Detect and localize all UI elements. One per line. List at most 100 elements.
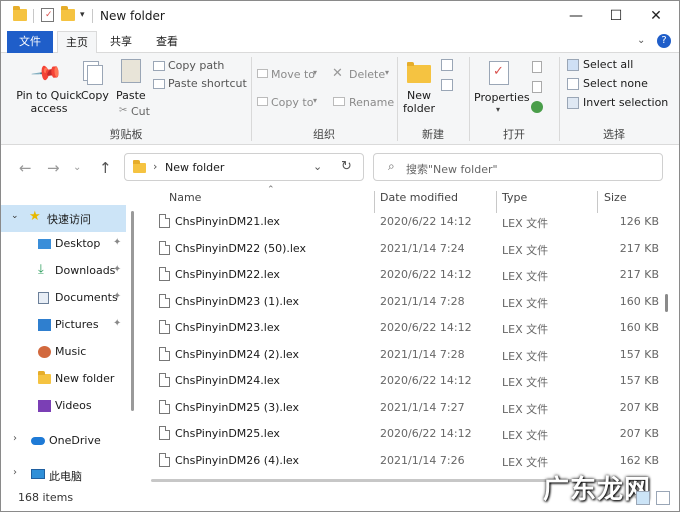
tab-view[interactable]: 查看: [147, 31, 187, 53]
copy-icon-back: [87, 65, 103, 85]
file-date: 2021/1/14 7:28: [380, 294, 465, 308]
refresh-icon[interactable]: ↻: [341, 159, 352, 174]
sidebar-item-music[interactable]: Music: [1, 339, 126, 366]
sidebar-item-desktop[interactable]: Desktop ✦: [1, 231, 126, 258]
select-none-icon: [567, 78, 579, 90]
file-icon: [159, 240, 170, 255]
pin-to-quick-access-button[interactable]: Pin to Quick access: [11, 89, 87, 115]
new-item-icon[interactable]: [441, 59, 453, 71]
history-icon[interactable]: [531, 101, 543, 113]
file-type: LEX 文件: [502, 429, 549, 442]
sidebar-item-documents[interactable]: Documents ✦: [1, 285, 126, 312]
folder-icon: [13, 6, 27, 21]
sidebar-item-downloads[interactable]: ⤓ Downloads ✦: [1, 258, 126, 285]
tiles-view-icon[interactable]: [656, 491, 670, 505]
address-path[interactable]: New folder: [165, 161, 224, 174]
tab-file[interactable]: 文件: [7, 31, 53, 53]
properties-quick-icon[interactable]: ✓: [41, 8, 54, 22]
select-all-icon: [567, 59, 579, 71]
new-folder-label-line1: New: [407, 89, 431, 102]
close-button[interactable]: ✕: [633, 1, 679, 31]
copy-button[interactable]: Copy: [81, 89, 109, 102]
tab-share[interactable]: 共享: [101, 31, 141, 53]
up-arrow-icon[interactable]: ↑: [99, 159, 112, 177]
table-row[interactable]: ChsPinyinDM24.lex 2020/6/22 14:12 LEX 文件 15…: [151, 368, 663, 395]
sidebar-item-label: 快速访问: [47, 213, 91, 226]
file-type: LEX 文件: [502, 323, 549, 336]
file-name: ChsPinyinDM22 (50).lex: [175, 241, 307, 255]
tab-home[interactable]: 主页: [57, 31, 97, 54]
rename-button[interactable]: Rename: [349, 96, 394, 109]
copy-to-button[interactable]: Copy to: [271, 96, 313, 109]
list-scrollbar[interactable]: [665, 294, 668, 312]
table-row[interactable]: ChsPinyinDM22 (50).lex 2021/1/14 7:24 LEX …: [151, 236, 663, 263]
sidebar-item-new-folder[interactable]: New folder: [1, 366, 126, 393]
file-icon: [159, 426, 170, 440]
file-type: LEX 文件: [502, 455, 549, 469]
watermark: 广东龙网: [543, 475, 652, 505]
properties-button[interactable]: Properties: [474, 91, 530, 104]
file-name: ChsPinyinDM23.lex: [175, 321, 280, 334]
sidebar-item-videos[interactable]: Videos: [1, 393, 126, 420]
new-folder-quick-icon[interactable]: [61, 6, 75, 21]
picture-icon: [38, 319, 51, 331]
file-size: 157 KB: [619, 374, 659, 387]
file-size: 217 KB: [619, 268, 659, 281]
customize-quick-access-icon[interactable]: ▾: [80, 10, 85, 20]
sidebar-item-label: New folder: [55, 372, 115, 385]
document-icon: [38, 292, 49, 304]
sidebar-item-quick-access[interactable]: ⌄ ★ 快速访问: [1, 205, 126, 232]
file-icon: [159, 293, 170, 308]
copy-path-button[interactable]: Copy path: [168, 59, 224, 72]
navigation-pane: ⌄ ★ 快速访问 Desktop ✦ ⤓ Downloads ✦ Documen…: [1, 191, 141, 489]
new-folder-button[interactable]: New folder: [401, 89, 437, 115]
table-row[interactable]: ChsPinyinDM23 (1).lex 2021/1/14 7:28 LEX 文…: [151, 289, 663, 316]
forward-arrow-icon[interactable]: →: [47, 159, 60, 177]
paste-shortcut-button[interactable]: Paste shortcut: [168, 77, 247, 90]
table-row[interactable]: ChsPinyinDM23.lex 2020/6/22 14:12 LEX 文件 16…: [151, 315, 663, 342]
status-bar: 168 items 广东龙网: [1, 475, 679, 511]
file-size: 126 KB: [619, 215, 659, 228]
chevron-down-icon[interactable]: ⌄: [637, 35, 645, 46]
table-row[interactable]: ChsPinyinDM25 (3).lex 2021/1/14 7:27 LEX 文…: [151, 395, 663, 422]
file-type: LEX 文件: [502, 243, 549, 257]
open-icon[interactable]: [532, 61, 542, 73]
sidebar-item-onedrive[interactable]: › OneDrive: [1, 428, 126, 455]
file-date: 2020/6/22 14:12: [380, 321, 472, 334]
table-row[interactable]: ChsPinyinDM25.lex 2020/6/22 14:12 LEX 文件 20…: [151, 421, 663, 448]
file-type: LEX 文件: [502, 217, 549, 230]
table-row[interactable]: ChsPinyinDM22.lex 2020/6/22 14:12 LEX 文件 21…: [151, 262, 663, 289]
delete-button[interactable]: Delete: [349, 68, 385, 81]
search-input[interactable]: ⌕ 搜索"New folder": [373, 153, 663, 181]
video-icon: [38, 400, 51, 412]
select-all-button[interactable]: Select all: [583, 58, 633, 71]
sidebar-item-this-pc[interactable]: › 此电脑: [1, 462, 126, 489]
select-none-button[interactable]: Select none: [583, 77, 648, 90]
recent-chevron-icon[interactable]: ⌄: [73, 162, 81, 173]
new-folder-icon: [407, 62, 431, 83]
table-row[interactable]: ChsPinyinDM24 (2).lex 2021/1/14 7:28 LEX 文…: [151, 342, 663, 369]
breadcrumb-chevron-icon: ›: [153, 160, 158, 173]
easy-access-icon[interactable]: [441, 79, 453, 91]
select-group-label: 选择: [603, 128, 625, 141]
move-to-button[interactable]: Move to: [271, 68, 315, 81]
sidebar-item-pictures[interactable]: Pictures ✦: [1, 312, 126, 339]
back-arrow-icon[interactable]: ←: [19, 159, 32, 177]
help-icon[interactable]: ?: [657, 34, 671, 48]
file-name: ChsPinyinDM21.lex: [175, 215, 280, 228]
paste-button[interactable]: Paste: [116, 89, 146, 102]
invert-selection-button[interactable]: Invert selection: [583, 96, 668, 109]
details-view-icon[interactable]: [636, 491, 650, 505]
file-icon: [159, 373, 170, 387]
cut-button[interactable]: Cut: [131, 105, 150, 118]
address-bar[interactable]: › New folder ⌄ ↻: [124, 153, 364, 181]
copy-path-icon: [153, 61, 165, 71]
cloud-icon: [31, 437, 45, 445]
edit-icon[interactable]: [532, 81, 542, 93]
file-icon: [159, 346, 170, 361]
table-row[interactable]: ChsPinyinDM21.lex 2020/6/22 14:12 LEX 文件 12…: [151, 209, 663, 236]
chevron-down-icon[interactable]: ⌄: [313, 160, 322, 173]
file-type: LEX 文件: [502, 376, 549, 389]
nav-scrollbar[interactable]: [131, 211, 134, 411]
folder-icon: [38, 371, 51, 384]
